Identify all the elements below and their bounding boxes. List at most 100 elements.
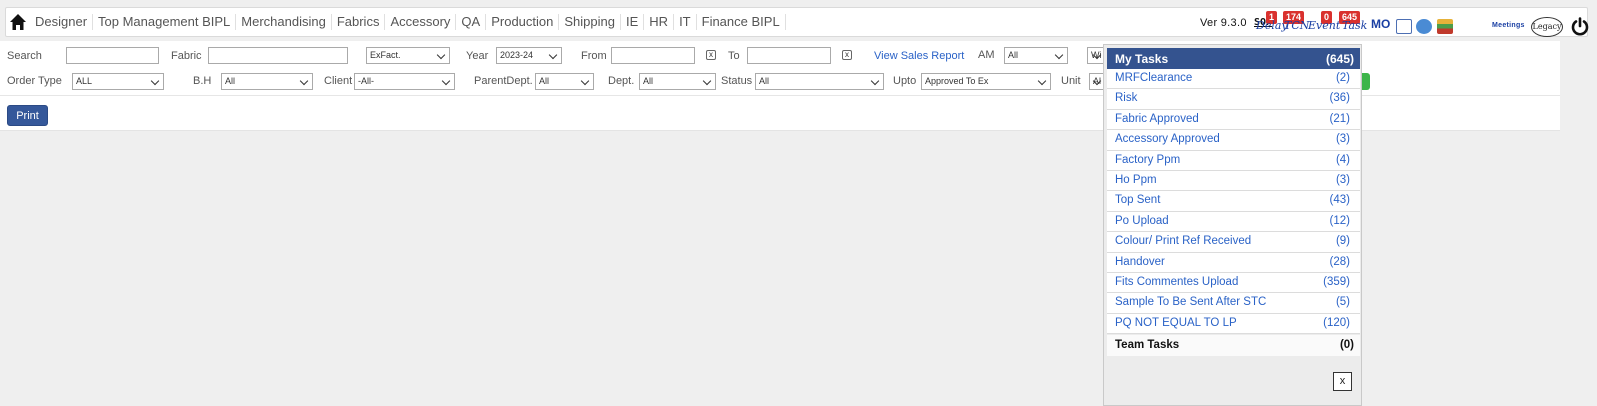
to-label: To — [728, 50, 740, 62]
my-tasks-title: My Tasks — [1115, 52, 1169, 66]
task-item-count: (28) — [1329, 255, 1350, 268]
task-item-count: (2) — [1335, 72, 1350, 84]
menu-item-finance[interactable]: Finance BIPL — [697, 14, 786, 30]
task-item-count: (36) — [1329, 92, 1350, 105]
menu-item-shipping[interactable]: Shipping — [559, 14, 621, 30]
task-list-item[interactable]: Fits Commentes Upload (359) — [1107, 272, 1360, 294]
task-item-label: Accessory Approved — [1115, 133, 1220, 146]
parent-dept-label: ParentDept. — [474, 75, 533, 87]
task-list-item[interactable]: Handover (28) — [1107, 252, 1360, 273]
task-item-count: (4) — [1335, 153, 1350, 166]
team-tasks-row[interactable]: Team Tasks (0) — [1107, 335, 1360, 356]
task-item-count: (120) — [1323, 316, 1350, 329]
task-list-item[interactable]: Po Upload (12) — [1107, 211, 1360, 233]
task-item-label: Risk — [1115, 92, 1138, 105]
task-list-item[interactable]: Risk (36) — [1107, 89, 1360, 110]
menu-item-it[interactable]: IT — [674, 14, 697, 30]
unit-label: Unit — [1061, 75, 1081, 87]
task-item-label: PQ NOT EQUAL TO LP — [1115, 316, 1237, 329]
order-type-select[interactable]: ALL — [72, 73, 164, 90]
notepad-icon[interactable] — [1396, 19, 1412, 34]
task-item-count: (5) — [1335, 296, 1350, 309]
task-item-count: (359) — [1323, 275, 1350, 288]
status-select[interactable]: All — [755, 73, 884, 90]
menu-item-production[interactable]: Production — [486, 14, 560, 30]
fabric-input[interactable] — [208, 47, 348, 64]
task-list-item[interactable]: Top Sent (43) — [1107, 191, 1360, 212]
search-label: Search — [7, 50, 42, 62]
meetings-link[interactable]: Meetings — [1492, 22, 1525, 29]
task-list-item[interactable]: Fabric Approved (21) — [1107, 109, 1360, 131]
upto-select[interactable]: Approved To Ex — [921, 73, 1051, 90]
am-select[interactable]: All — [1004, 47, 1068, 64]
go-button[interactable] — [1362, 73, 1370, 90]
event-icon[interactable]: Event — [1308, 19, 1340, 32]
task-item-label: Fabric Approved — [1115, 112, 1199, 125]
client-select[interactable]: -All- — [354, 73, 455, 90]
task-item-count: (9) — [1335, 235, 1350, 248]
task-icon[interactable]: Task — [1342, 19, 1367, 32]
task-list-item[interactable]: PQ NOT EQUAL TO LP (120) — [1107, 313, 1360, 335]
globe-dollar-icon[interactable] — [1416, 19, 1432, 34]
task-item-count: (3) — [1335, 133, 1350, 146]
power-icon[interactable] — [1570, 17, 1590, 37]
task-item-count: (43) — [1329, 194, 1350, 207]
tcn-icon[interactable]: TCN — [1284, 19, 1309, 32]
status-label: Status — [721, 75, 753, 87]
client-label: Client — [324, 75, 353, 87]
task-item-label: Sample To Be Sent After STC — [1115, 296, 1267, 309]
card-icon[interactable] — [1437, 19, 1453, 34]
task-list-item[interactable]: Sample To Be Sent After STC (5) — [1107, 293, 1360, 314]
my-tasks-dropdown: My Tasks (645) MRFClearance (2) Risk (36) Fa… — [1103, 44, 1362, 406]
menu-item-merchandising[interactable]: Merchandising — [236, 14, 332, 30]
task-item-label: Fits Commentes Upload — [1115, 275, 1239, 288]
exfact-select[interactable]: ExFact. — [366, 47, 450, 64]
legacy-button[interactable]: Legacy — [1531, 17, 1563, 37]
version-label: Ver 9.3.0 — [1200, 17, 1247, 29]
bh-label: B.H — [193, 75, 212, 87]
parent-dept-select[interactable]: All — [535, 73, 594, 90]
team-tasks-count: (0) — [1339, 339, 1354, 351]
task-item-label: Colour/ Print Ref Received — [1115, 235, 1252, 248]
upto-label: Upto — [893, 75, 917, 87]
mo-icon[interactable]: MO — [1371, 17, 1390, 31]
task-list-item[interactable]: Accessory Approved (3) — [1107, 130, 1360, 151]
task-item-count: (21) — [1329, 112, 1350, 125]
task-list-item[interactable]: Colour/ Print Ref Received (9) — [1107, 232, 1360, 253]
home-icon[interactable] — [9, 12, 27, 32]
task-item-label: MRFClearance — [1115, 72, 1193, 84]
task-item-label: Po Upload — [1115, 214, 1169, 227]
menu-item-top-management[interactable]: Top Management BIPL — [93, 14, 237, 30]
task-list-item[interactable]: Ho Ppm (3) — [1107, 170, 1360, 192]
from-clear-icon[interactable]: x — [706, 50, 716, 60]
task-item-label: Ho Ppm — [1115, 173, 1157, 186]
menu-item-designer[interactable]: Designer — [30, 14, 94, 30]
from-label: From — [581, 50, 607, 62]
menu-item-accessory[interactable]: Accessory — [385, 14, 457, 30]
to-clear-icon[interactable]: x — [842, 50, 852, 60]
menu-item-ie[interactable]: IE — [621, 14, 645, 30]
search-input[interactable] — [66, 47, 159, 64]
my-tasks-count: (645) — [1325, 52, 1354, 66]
view-sales-report-link[interactable]: View Sales Report — [874, 50, 964, 62]
print-button[interactable]: Print — [7, 105, 48, 126]
close-dropdown-button[interactable]: x — [1333, 372, 1352, 391]
menu-item-hr[interactable]: HR — [644, 14, 675, 30]
menu-item-qa[interactable]: QA — [456, 14, 487, 30]
task-item-count: (12) — [1329, 214, 1350, 227]
my-tasks-header[interactable]: My Tasks (645) — [1107, 48, 1360, 69]
task-list-item[interactable]: MRFClearance (2) — [1107, 69, 1360, 90]
from-date-input[interactable] — [611, 47, 695, 64]
task-list-item[interactable]: Factory Ppm (4) — [1107, 150, 1360, 171]
task-item-label: Factory Ppm — [1115, 153, 1181, 166]
fabric-label: Fabric — [171, 50, 202, 62]
menu-item-fabrics[interactable]: Fabrics — [332, 14, 386, 30]
task-item-count: (3) — [1335, 173, 1350, 186]
bh-select[interactable]: All — [221, 73, 313, 90]
to-date-input[interactable] — [747, 47, 831, 64]
dept-select[interactable]: All — [639, 73, 716, 90]
main-menu: Designer Top Management BIPL Merchandisi… — [30, 8, 786, 36]
am-label: AM — [978, 49, 995, 61]
year-select[interactable]: 2023-24 — [496, 47, 562, 64]
top-navbar: Designer Top Management BIPL Merchandisi… — [5, 7, 1590, 37]
